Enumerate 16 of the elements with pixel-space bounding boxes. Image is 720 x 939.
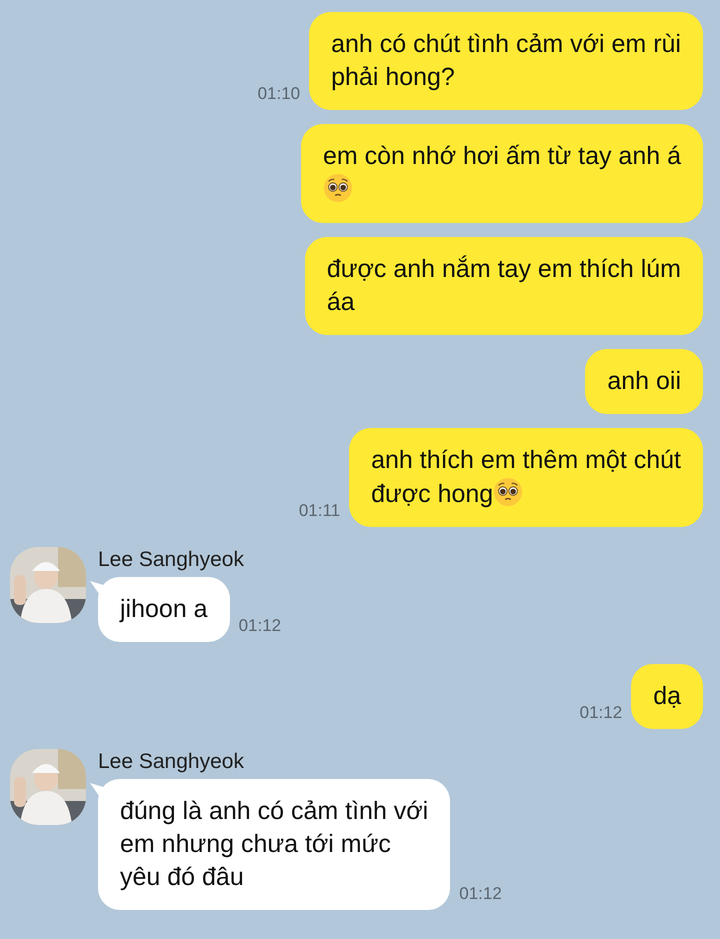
message-text: jihoon a	[120, 595, 208, 623]
message-text: được hong	[371, 480, 494, 508]
message-text: đúng là anh có cảm tình với em nhưng chưa tới mức yêu đó đâu	[120, 797, 428, 891]
message-text: được anh nắm tay em thích lúm áa	[326, 255, 681, 316]
timestamp: 01:12	[580, 702, 622, 724]
message-text: anh có chút tình cảm với em rùi phải hong?	[331, 30, 681, 91]
message-text: dạ	[653, 682, 681, 710]
sender-name: Lee Sanghyeok	[98, 547, 245, 573]
sender-name: Lee Sanghyeok	[98, 749, 245, 775]
timestamp: 01:12	[459, 882, 502, 904]
message-text: anh thích em thêm một chút	[371, 445, 681, 476]
message-text: anh oii	[607, 367, 681, 395]
timestamp: 01:11	[298, 500, 340, 522]
timestamp: 01:10	[258, 82, 300, 104]
message-text: em còn nhớ hơi ấm từ tay anh á	[322, 141, 681, 172]
timestamp: 01:12	[238, 614, 282, 636]
